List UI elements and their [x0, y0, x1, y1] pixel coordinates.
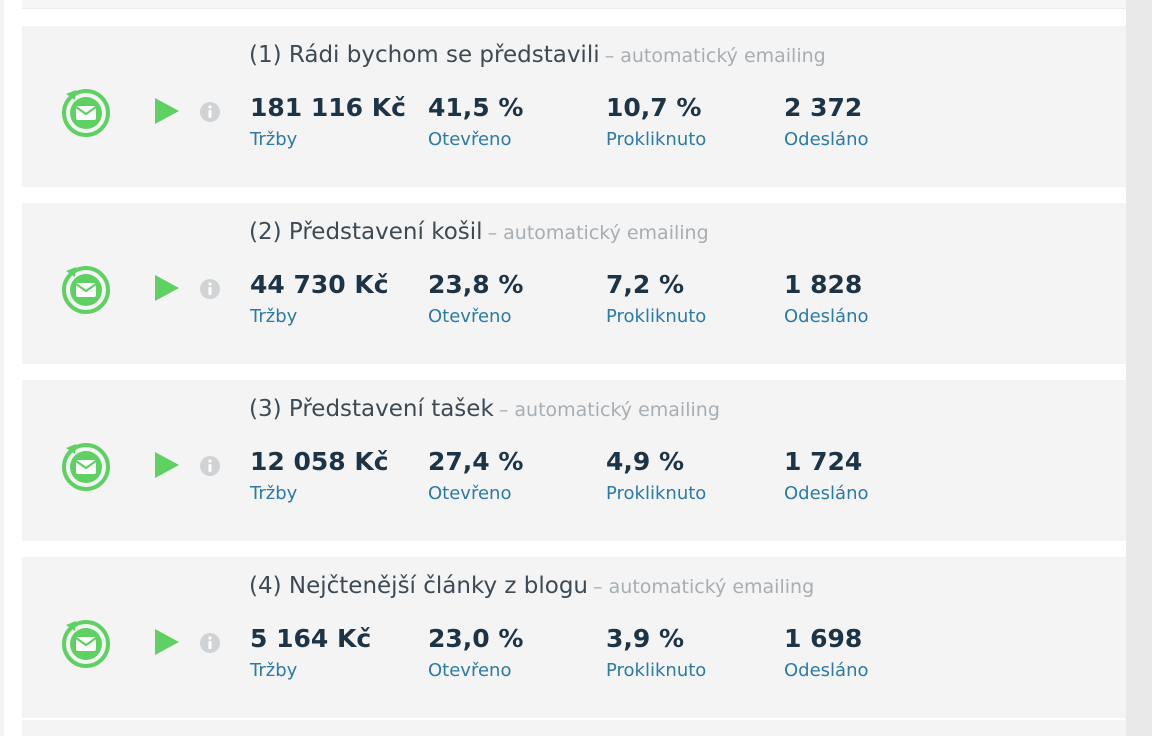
stat-revenue: 44 730 Kč Tržby — [250, 268, 389, 327]
campaign-type: – automatický emailing — [498, 399, 720, 421]
campaign-list: (1) Rádi bychom se představili – automat… — [22, 26, 1126, 718]
panel-left-border — [0, 0, 4, 736]
campaign-type: – automatický emailing — [593, 576, 815, 598]
automated-email-icon — [62, 266, 110, 314]
stat-value: 23,0 % — [428, 624, 524, 653]
campaign-row[interactable]: (2) Představení košil – automatický emai… — [22, 203, 1126, 364]
automated-email-icon — [62, 89, 110, 137]
stat-value: 7,2 % — [606, 270, 685, 299]
stat-value: 181 116 Kč — [250, 93, 406, 122]
automated-email-icon — [62, 443, 110, 491]
stat-revenue: 5 164 Kč Tržby — [250, 622, 371, 681]
campaign-row[interactable]: (3) Představení tašek – automatický emai… — [22, 380, 1126, 541]
campaign-title-line: (1) Rádi bychom se představili – automat… — [249, 42, 826, 68]
stat-value: 1 828 — [784, 270, 863, 299]
stat-sent: 1 724 Odesláno — [784, 445, 869, 504]
stat-label[interactable]: Odesláno — [784, 483, 869, 504]
stat-label[interactable]: Prokliknuto — [606, 129, 706, 150]
stat-opened: 23,8 % Otevřeno — [428, 268, 523, 327]
info-icon[interactable] — [199, 455, 221, 477]
stat-value: 23,8 % — [428, 270, 524, 299]
stat-label[interactable]: Tržby — [250, 129, 406, 150]
info-icon[interactable] — [199, 101, 221, 123]
stat-revenue: 181 116 Kč Tržby — [250, 91, 406, 150]
stat-clicked: 4,9 % Prokliknuto — [606, 445, 706, 504]
stat-value: 12 058 Kč — [250, 447, 389, 476]
campaign-type: – automatický emailing — [604, 45, 826, 67]
campaign-list-panel: (1) Rádi bychom se představili – automat… — [0, 0, 1152, 736]
stat-value: 4,9 % — [606, 447, 685, 476]
stat-value: 41,5 % — [428, 93, 524, 122]
stat-sent: 1 698 Odesláno — [784, 622, 869, 681]
play-icon[interactable] — [153, 273, 181, 303]
automated-email-icon — [62, 620, 110, 668]
stat-value: 2 372 — [784, 93, 863, 122]
stat-label[interactable]: Prokliknuto — [606, 660, 706, 681]
campaign-title-line: (4) Nejčtenější články z blogu – automat… — [249, 573, 814, 599]
stat-label[interactable]: Prokliknuto — [606, 306, 706, 327]
play-icon[interactable] — [153, 627, 181, 657]
stat-revenue: 12 058 Kč Tržby — [250, 445, 389, 504]
play-icon[interactable] — [153, 450, 181, 480]
play-icon[interactable] — [153, 96, 181, 126]
campaign-title-line: (2) Představení košil – automatický emai… — [249, 219, 709, 245]
campaign-row[interactable]: (1) Rádi bychom se představili – automat… — [22, 26, 1126, 187]
stat-value: 1 724 — [784, 447, 863, 476]
stat-sent: 1 828 Odesláno — [784, 268, 869, 327]
campaign-title[interactable]: (3) Představení tašek — [249, 396, 494, 422]
stat-label[interactable]: Otevřeno — [428, 129, 523, 150]
stat-label[interactable]: Odesláno — [784, 660, 869, 681]
stat-clicked: 3,9 % Prokliknuto — [606, 622, 706, 681]
stat-value: 5 164 Kč — [250, 624, 372, 653]
stat-sent: 2 372 Odesláno — [784, 91, 869, 150]
stat-label[interactable]: Odesláno — [784, 306, 869, 327]
campaign-title[interactable]: (2) Představení košil — [249, 219, 483, 245]
stat-opened: 27,4 % Otevřeno — [428, 445, 523, 504]
stat-label[interactable]: Otevřeno — [428, 660, 523, 681]
stat-value: 27,4 % — [428, 447, 524, 476]
stat-label[interactable]: Tržby — [250, 306, 389, 327]
stat-value: 1 698 — [784, 624, 863, 653]
stat-label[interactable]: Otevřeno — [428, 306, 523, 327]
scrollbar-track[interactable] — [1126, 0, 1152, 736]
stat-clicked: 10,7 % Prokliknuto — [606, 91, 706, 150]
stat-clicked: 7,2 % Prokliknuto — [606, 268, 706, 327]
stat-opened: 23,0 % Otevřeno — [428, 622, 523, 681]
stat-value: 3,9 % — [606, 624, 685, 653]
info-icon[interactable] — [199, 632, 221, 654]
campaign-title[interactable]: (4) Nejčtenější články z blogu — [249, 573, 588, 599]
panel-top-bar — [22, 0, 1126, 9]
info-icon[interactable] — [199, 278, 221, 300]
stat-label[interactable]: Tržby — [250, 483, 389, 504]
stat-label[interactable]: Otevřeno — [428, 483, 523, 504]
stat-label[interactable]: Prokliknuto — [606, 483, 706, 504]
stat-value: 10,7 % — [606, 93, 702, 122]
stat-label[interactable]: Odesláno — [784, 129, 869, 150]
stat-value: 44 730 Kč — [250, 270, 389, 299]
campaign-title[interactable]: (1) Rádi bychom se představili — [249, 42, 600, 68]
campaign-type: – automatický emailing — [487, 222, 709, 244]
campaign-title-line: (3) Představení tašek – automatický emai… — [249, 396, 720, 422]
stat-opened: 41,5 % Otevřeno — [428, 91, 523, 150]
campaign-row-partial[interactable] — [22, 720, 1126, 736]
campaign-row[interactable]: (4) Nejčtenější články z blogu – automat… — [22, 557, 1126, 718]
stat-label[interactable]: Tržby — [250, 660, 371, 681]
